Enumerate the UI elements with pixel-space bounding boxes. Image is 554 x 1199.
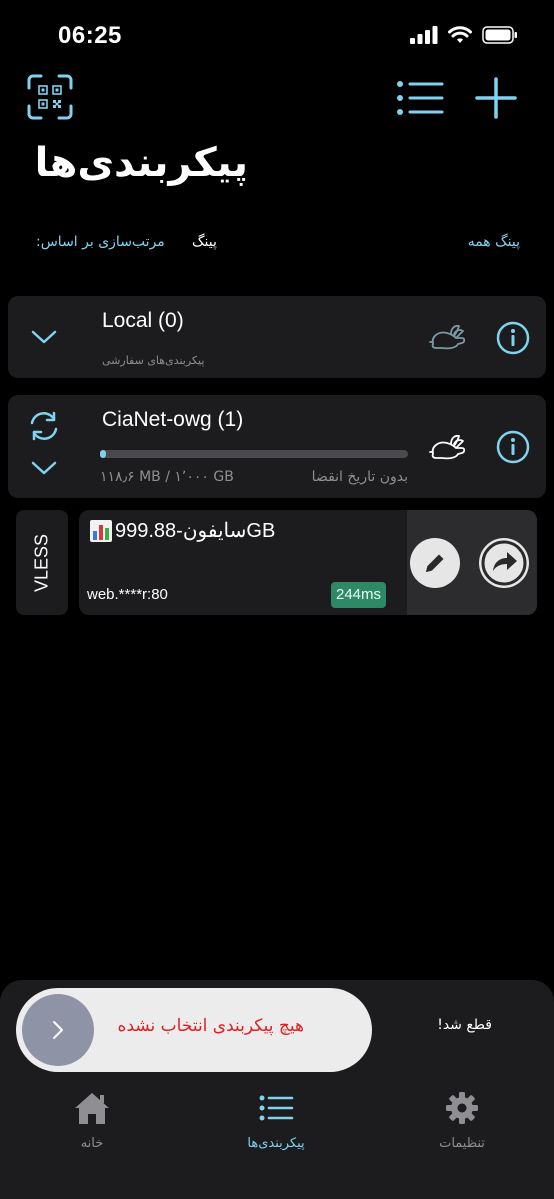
chevron-down-icon: [31, 330, 57, 344]
group-subtitle: پیکربندی‌های سفارشی: [102, 354, 205, 367]
expiry-text: بدون تاریخ انقضا: [311, 469, 408, 485]
connection-status: قطع شد!: [437, 1017, 492, 1033]
chevron-right-icon: [53, 1021, 63, 1039]
status-time: 06:25: [58, 22, 122, 49]
server-address: web.****r:80: [87, 586, 168, 603]
group-title: Local (0): [102, 309, 184, 332]
status-bar: 06:25: [0, 0, 554, 70]
tab-settings[interactable]: تنظیمات: [402, 1088, 522, 1158]
group-card-cianet[interactable]: CiaNet-owg (1) ۱۱۸٫۶ MB / ۱٬۰۰۰ GB بدون …: [8, 395, 546, 498]
rabbit-icon: [429, 434, 466, 460]
usage-text: ۱۱۸٫۶ MB / ۱٬۰۰۰ GB: [100, 469, 234, 485]
status-icons: [410, 26, 518, 44]
group-title: CiaNet-owg (1): [102, 408, 244, 431]
refresh-icon: [30, 411, 58, 441]
usage-progress-fill: [100, 450, 106, 458]
wifi-icon: [448, 26, 472, 43]
tab-label: خانه: [80, 1136, 104, 1151]
home-icon: [75, 1093, 109, 1124]
refresh-subscription-button[interactable]: [26, 409, 62, 443]
list-view-button[interactable]: [396, 78, 444, 118]
group-card-local[interactable]: Local (0) پیکربندی‌های سفارشی: [8, 296, 546, 378]
tab-home[interactable]: خانه: [32, 1088, 152, 1158]
page-title: پیکربندی‌ها: [34, 140, 248, 186]
protocol-tag: VLESS: [16, 510, 68, 615]
expand-button[interactable]: [30, 326, 58, 348]
sort-row: مرتب‌سازی بر اساس: پینگ پینگ همه: [0, 232, 554, 256]
battery-icon: [482, 26, 517, 44]
info-icon: [496, 430, 530, 464]
gear-icon: [446, 1092, 478, 1124]
bar-chart-icon: [90, 519, 112, 542]
server-name-row: سایفون-999.88GB: [89, 518, 275, 543]
info-icon: [496, 321, 530, 355]
tab-label: پیکربندی‌ها: [247, 1136, 305, 1151]
expand-button[interactable]: [30, 457, 58, 479]
share-arrow-icon: [481, 540, 527, 586]
ping-all-button[interactable]: پینگ همه: [468, 234, 520, 250]
ping-group-button[interactable]: [426, 430, 468, 464]
tab-label: تنظیمات: [439, 1136, 485, 1151]
connect-slider[interactable]: هیچ پیکربندی انتخاب نشده: [16, 988, 372, 1072]
group-info-button[interactable]: [496, 430, 530, 464]
list-icon: [397, 81, 444, 115]
plus-icon: [475, 77, 517, 119]
qr-scan-button[interactable]: [27, 74, 73, 120]
edit-button[interactable]: [410, 538, 460, 588]
share-button[interactable]: [479, 538, 529, 588]
ping-group-button[interactable]: [426, 320, 468, 354]
server-card[interactable]: سایفون-999.88GB web.****r:80 244ms: [79, 510, 537, 615]
rabbit-icon: [429, 324, 466, 350]
server-name: سایفون-999.88GB: [115, 520, 276, 542]
latency-badge: 244ms: [331, 582, 387, 608]
signal-icon: [410, 26, 438, 44]
qr-scan-icon: [27, 74, 73, 120]
group-info-button[interactable]: [496, 321, 530, 355]
add-config-button[interactable]: [474, 76, 518, 120]
usage-progress-bar: [100, 450, 408, 458]
tab-configs[interactable]: پیکربندی‌ها: [216, 1088, 336, 1158]
sort-value[interactable]: پینگ: [192, 234, 217, 250]
slider-knob[interactable]: [22, 994, 94, 1066]
list-icon: [259, 1095, 294, 1121]
bottom-panel: هیچ پیکربندی انتخاب نشده قطع شد! خانه پی…: [0, 980, 554, 1199]
protocol-label: VLESS: [31, 533, 52, 592]
chevron-down-icon: [31, 461, 57, 475]
pencil-icon: [426, 554, 444, 572]
slider-status-text: هیچ پیکربندی انتخاب نشده: [117, 1016, 304, 1036]
server-actions: [407, 510, 537, 615]
sort-label[interactable]: مرتب‌سازی بر اساس:: [36, 234, 165, 250]
